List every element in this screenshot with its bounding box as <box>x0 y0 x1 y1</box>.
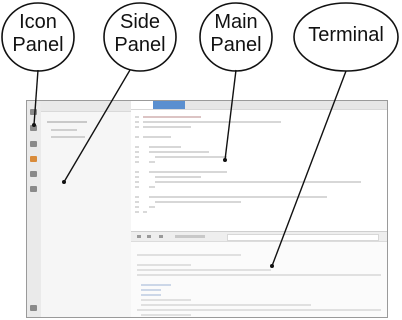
main-panel-label: Main Panel <box>201 11 271 57</box>
main-panel-pointer-dot <box>223 158 227 162</box>
icon-panel-pointer-dot <box>32 123 36 127</box>
side-panel-label-line1: Side <box>119 11 161 33</box>
main-panel-pointer <box>224 69 237 161</box>
icon-panel-label: Icon Panel <box>3 11 73 57</box>
icon-panel-label-line2: Panel <box>12 34 64 56</box>
terminal-pointer <box>271 70 347 267</box>
side-panel-label-line2: Panel <box>114 34 166 56</box>
terminal-label-text: Terminal <box>308 24 384 46</box>
terminal-label: Terminal <box>296 24 396 47</box>
icon-panel-label-line1: Icon <box>19 11 57 33</box>
terminal-pointer-dot <box>270 264 274 268</box>
side-panel-pointer-dot <box>62 180 66 184</box>
side-panel-pointer <box>63 69 131 183</box>
side-panel-label: Side Panel <box>105 11 175 57</box>
main-panel-label-line1: Main <box>214 11 258 33</box>
main-panel-label-line2: Panel <box>210 34 262 56</box>
icon-panel-pointer <box>33 69 39 126</box>
